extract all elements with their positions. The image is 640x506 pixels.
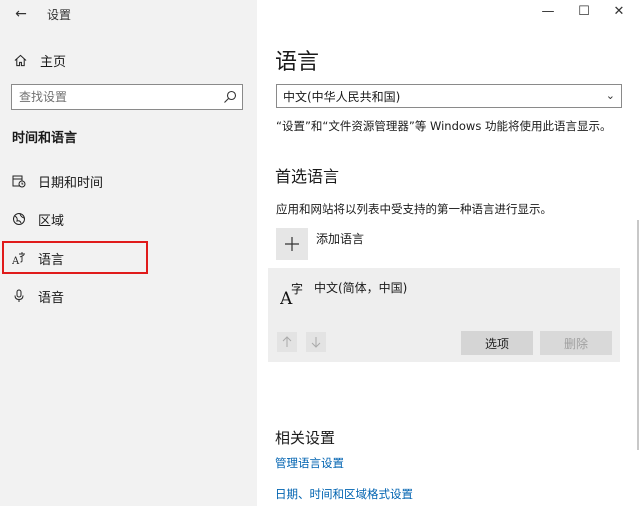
back-button[interactable]: ← bbox=[11, 4, 31, 24]
search-icon[interactable] bbox=[223, 90, 237, 104]
microphone-icon bbox=[14, 289, 24, 302]
sidebar: ← 设置 主页 时间和语言 日期和时间 区域 A bbox=[0, 0, 257, 506]
window-title: 设置 bbox=[47, 8, 72, 22]
remove-button[interactable]: 删除 bbox=[540, 331, 612, 355]
sidebar-item-date-time[interactable]: 日期和时间 bbox=[0, 169, 257, 193]
plus-icon bbox=[285, 237, 299, 251]
search-input[interactable] bbox=[12, 85, 212, 109]
language-list-item[interactable]: A 字 中文(简体，中国) 选项 删除 bbox=[268, 268, 620, 362]
arrow-down-icon bbox=[311, 337, 321, 348]
language-icon: A 字 bbox=[280, 281, 303, 306]
display-language-select[interactable]: 中文(中华人民共和国) ⌄ bbox=[276, 84, 622, 108]
sidebar-item-label: 区域 bbox=[38, 213, 65, 229]
main-content: — ☐ ✕ 语言 中文(中华人民共和国) ⌄ “设置”和“文件资源管理器”等 W… bbox=[257, 0, 640, 506]
home-nav-item[interactable]: 主页 bbox=[14, 50, 66, 70]
sidebar-item-label: 日期和时间 bbox=[38, 175, 104, 191]
preferred-languages-title: 首选语言 bbox=[275, 167, 340, 186]
related-settings-title: 相关设置 bbox=[275, 429, 336, 447]
home-icon bbox=[14, 54, 27, 66]
preferred-languages-note: 应用和网站将以列表中受支持的第一种语言进行显示。 bbox=[276, 202, 552, 216]
close-button[interactable]: ✕ bbox=[607, 4, 631, 19]
add-language-button[interactable] bbox=[276, 228, 308, 260]
sidebar-item-speech[interactable]: 语音 bbox=[0, 284, 257, 308]
language-name: 中文(简体，中国) bbox=[314, 281, 408, 295]
globe-icon bbox=[13, 213, 25, 225]
move-up-button[interactable] bbox=[277, 332, 297, 352]
add-language-label[interactable]: 添加语言 bbox=[316, 230, 364, 247]
options-button[interactable]: 选项 bbox=[461, 331, 533, 355]
selection-highlight-box bbox=[2, 241, 148, 274]
search-box bbox=[11, 84, 243, 110]
manage-language-settings-link[interactable]: 管理语言设置 bbox=[275, 455, 344, 471]
minimize-button[interactable]: — bbox=[536, 4, 560, 19]
date-time-region-format-link[interactable]: 日期、时间和区域格式设置 bbox=[275, 486, 413, 502]
svg-text:字: 字 bbox=[291, 281, 303, 296]
calendar-clock-icon bbox=[12, 175, 26, 188]
display-language-note: “设置”和“文件资源管理器”等 Windows 功能将使用此语言显示。 bbox=[276, 119, 612, 133]
sidebar-item-label: 语音 bbox=[38, 290, 65, 306]
sidebar-item-region[interactable]: 区域 bbox=[0, 207, 257, 231]
chevron-down-icon: ⌄ bbox=[605, 89, 615, 102]
home-label: 主页 bbox=[40, 54, 67, 70]
arrow-up-icon bbox=[282, 336, 292, 347]
scrollbar[interactable] bbox=[637, 220, 639, 450]
section-title: 时间和语言 bbox=[12, 131, 78, 146]
display-language-value: 中文(中华人民共和国) bbox=[283, 89, 401, 104]
page-title: 语言 bbox=[275, 50, 320, 75]
maximize-button[interactable]: ☐ bbox=[572, 4, 596, 19]
move-down-button[interactable] bbox=[306, 332, 326, 352]
